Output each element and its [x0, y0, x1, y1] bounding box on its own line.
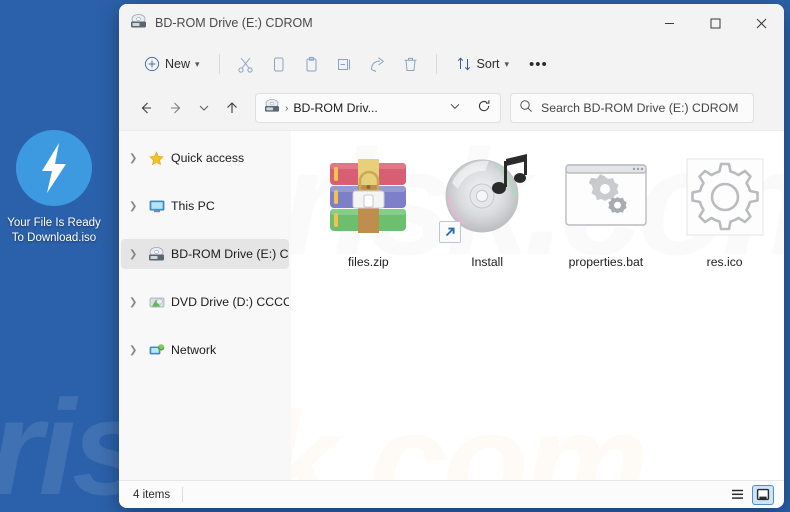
navigation-bar: › BD-ROM Driv... Search BD-ROM Drive (E:… — [119, 86, 784, 130]
monitor-icon — [148, 198, 165, 215]
trash-icon — [402, 56, 419, 73]
gear-outline-icon — [675, 151, 775, 243]
toolbar-divider-2 — [435, 54, 437, 74]
rename-button[interactable] — [329, 49, 360, 79]
command-toolbar: New ▾ Sort ▾ ••• — [119, 42, 784, 86]
optical-disc-drive-icon — [130, 13, 147, 34]
toolbar-divider-1 — [218, 54, 220, 74]
cut-button[interactable] — [230, 49, 261, 79]
address-bar[interactable]: › BD-ROM Driv... — [255, 93, 501, 123]
refresh-button[interactable] — [472, 99, 496, 118]
optical-disc-drive-icon — [264, 98, 280, 118]
sidebar-item-label: Quick access — [171, 151, 245, 165]
file-item-install[interactable]: Install — [428, 143, 547, 269]
maximize-button[interactable] — [692, 4, 738, 42]
new-button-label: New — [165, 57, 191, 71]
view-toggle-group — [726, 484, 774, 505]
recent-locations-button[interactable] — [191, 93, 217, 123]
sidebar-item-label: BD-ROM Drive (E:) C — [171, 247, 289, 261]
file-name: properties.bat — [568, 255, 644, 269]
plus-circle-icon — [144, 56, 160, 72]
audio-cd-icon — [437, 151, 537, 243]
details-view-button[interactable] — [726, 485, 748, 505]
sidebar-item-dvd-drive[interactable]: ❯ DVD Drive (D:) CCCC — [121, 287, 289, 317]
file-item-res-ico[interactable]: res.ico — [665, 143, 784, 269]
sort-arrows-icon — [456, 56, 472, 72]
minimize-button[interactable] — [646, 4, 692, 42]
more-button[interactable]: ••• — [520, 49, 557, 79]
chevron-right-icon[interactable]: ❯ — [129, 153, 142, 164]
status-divider — [182, 487, 184, 502]
navigation-pane: ❯ Quick access ❯ This PC ❯ BD-ROM Drive … — [119, 131, 291, 480]
desktop: risk.com risk.com Your File Is Ready To … — [0, 0, 790, 512]
chevron-right-icon[interactable]: ❯ — [129, 297, 142, 308]
shortcut-arrow-icon — [439, 221, 462, 243]
chevron-right-icon[interactable]: ❯ — [129, 249, 142, 260]
chevron-right-icon[interactable]: ❯ — [129, 345, 142, 356]
title-bar: BD-ROM Drive (E:) CDROM — [119, 4, 784, 42]
file-list-pane[interactable]: risk.com risk.com — [291, 131, 784, 480]
sidebar-item-label: Network — [171, 343, 217, 357]
archive-zip-icon — [318, 151, 418, 243]
sidebar-item-quick-access[interactable]: ❯ Quick access — [121, 143, 289, 173]
batch-script-gears-icon — [556, 151, 656, 243]
up-button[interactable] — [217, 93, 247, 123]
sidebar-item-network[interactable]: ❯ Network — [121, 335, 289, 365]
chevron-right-icon[interactable]: ❯ — [129, 201, 142, 212]
title-bar-left: BD-ROM Drive (E:) CDROM — [119, 13, 646, 34]
scissors-icon — [237, 56, 254, 73]
desktop-icon-iso[interactable]: Your File Is Ready To Download.iso — [6, 130, 102, 246]
sort-button[interactable]: Sort ▾ — [447, 49, 518, 79]
file-name: Install — [471, 255, 504, 269]
sidebar-item-bd-rom-drive[interactable]: ❯ BD-ROM Drive (E:) C — [121, 239, 289, 269]
content-watermark: risk.com — [291, 383, 649, 480]
chevron-down-icon: ▾ — [195, 58, 200, 69]
window-body: ❯ Quick access ❯ This PC ❯ BD-ROM Drive … — [119, 130, 784, 480]
copy-icon — [270, 56, 287, 73]
forward-button[interactable] — [161, 93, 191, 123]
dvd-drive-icon — [148, 294, 165, 311]
ellipsis-icon: ••• — [529, 55, 548, 73]
sidebar-item-label: This PC — [171, 199, 215, 213]
paste-button[interactable] — [296, 49, 327, 79]
copy-button[interactable] — [263, 49, 294, 79]
breadcrumb-current: BD-ROM Driv... — [293, 101, 378, 115]
file-name: res.ico — [706, 255, 743, 269]
window-title: BD-ROM Drive (E:) CDROM — [155, 16, 313, 30]
close-button[interactable] — [738, 4, 784, 42]
file-grid: files.zip Install properties.bat res.ico — [291, 131, 784, 269]
sort-button-label: Sort — [476, 57, 500, 71]
lightning-bolt-iso-icon — [16, 130, 92, 206]
sidebar-item-label: DVD Drive (D:) CCCC — [171, 295, 289, 309]
back-button[interactable] — [131, 93, 161, 123]
star-icon — [148, 150, 165, 167]
share-button[interactable] — [362, 49, 393, 79]
file-item-files-zip[interactable]: files.zip — [309, 143, 428, 269]
address-chevron-down-icon[interactable] — [443, 99, 467, 117]
file-name: files.zip — [348, 255, 389, 269]
search-input-placeholder: Search BD-ROM Drive (E:) CDROM — [541, 101, 739, 115]
file-explorer-window: BD-ROM Drive (E:) CDROM New ▾ Sort ▾ •••… — [119, 4, 784, 508]
delete-button[interactable] — [395, 49, 426, 79]
network-icon — [148, 342, 165, 359]
file-item-properties-bat[interactable]: properties.bat — [547, 143, 666, 269]
optical-disc-drive-icon — [148, 246, 165, 263]
sidebar-item-this-pc[interactable]: ❯ This PC — [121, 191, 289, 221]
search-icon — [519, 99, 533, 118]
item-count-label: 4 items — [133, 488, 171, 501]
rename-icon — [336, 56, 353, 73]
chevron-down-icon: ▾ — [504, 58, 510, 69]
new-button[interactable]: New ▾ — [135, 49, 209, 79]
share-icon — [369, 56, 386, 73]
status-bar: 4 items — [119, 480, 784, 508]
breadcrumb-separator: › — [285, 102, 289, 114]
search-box[interactable]: Search BD-ROM Drive (E:) CDROM — [510, 93, 754, 123]
desktop-icon-label: Your File Is Ready To Download.iso — [7, 217, 101, 244]
clipboard-paste-icon — [303, 56, 320, 73]
large-icons-view-button[interactable] — [752, 484, 774, 505]
